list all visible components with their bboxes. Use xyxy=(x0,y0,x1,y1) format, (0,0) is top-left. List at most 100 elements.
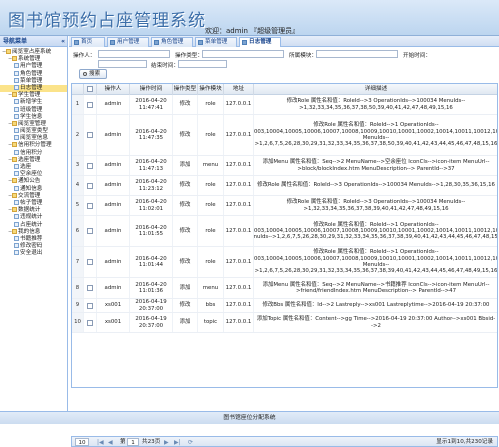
sidebar-item-label: 菜单管理 xyxy=(20,77,43,84)
page-icon xyxy=(14,113,19,119)
cell-type: 修改 xyxy=(173,299,198,312)
sidebar-item[interactable]: 用户管理 xyxy=(0,63,67,70)
table-row[interactable]: 3 admin 2016-04-20 11:47:13 添加 menu 127.0.0.1… xyxy=(72,156,497,176)
row-checkbox[interactable] xyxy=(84,196,97,215)
sidebar-header: 导航菜单 « xyxy=(0,36,67,47)
cell-type: 修改 xyxy=(173,115,198,155)
cell-detail: 修改Role 属性名和值：RoleId-->1 OperationIds-->1… xyxy=(254,115,497,155)
page-size-select[interactable]: 10 xyxy=(75,438,89,446)
cell-time: 2016-04-20 11:01:44 xyxy=(130,247,173,277)
sidebar-item[interactable]: 书籍推荐 xyxy=(0,235,67,243)
row-checkbox[interactable] xyxy=(84,156,97,175)
next-page-icon[interactable]: ▶ xyxy=(164,439,169,446)
cell-module: menu xyxy=(198,278,224,298)
table-row[interactable]: 2 admin 2016-04-20 11:47:35 修改 role 127.0.0.1… xyxy=(72,115,497,156)
row-number-header xyxy=(72,84,84,95)
tab-icon xyxy=(242,40,247,45)
row-number: 9 xyxy=(72,299,84,312)
sidebar-item-label: 新增学生 xyxy=(20,99,43,106)
cell-module: bbs xyxy=(198,299,224,312)
sidebar-item[interactable]: 新增学生 xyxy=(0,99,67,106)
sidebar-item[interactable]: − 信用积分管理 xyxy=(0,142,67,149)
last-page-icon[interactable]: ▶| xyxy=(174,439,181,446)
app-title: 图书馆预约占座管理系统 xyxy=(8,11,206,31)
cell-time: 2016-04-19 20:37:00 xyxy=(130,299,173,312)
cell-user: admin xyxy=(97,278,130,298)
sidebar-item[interactable]: − 阅览室管理 xyxy=(0,120,67,128)
table-row[interactable]: 7 admin 2016-04-20 11:01:44 修改 role 127.0.0.1… xyxy=(72,247,497,278)
cell-detail: 添加Topic 属性名和值：Content-->gg Time-->2016-0… xyxy=(254,313,497,332)
row-checkbox[interactable] xyxy=(84,299,97,312)
tab[interactable]: 日志管理 xyxy=(239,37,281,47)
op-type-input[interactable] xyxy=(202,50,284,58)
sidebar-item[interactable]: 学生信息 xyxy=(0,113,67,121)
sidebar-item-label: 学生管理 xyxy=(18,92,41,99)
table-row[interactable]: 4 admin 2016-04-20 11:23:12 修改 role 127.0.0.1… xyxy=(72,176,497,196)
row-checkbox[interactable] xyxy=(84,176,97,195)
cell-detail: 修改Role 属性名和值：RoleId-->1 OperationIds-->1… xyxy=(254,247,497,277)
table-row[interactable]: 5 admin 2016-04-20 11:02:01 修改 role 127.0.0.1… xyxy=(72,196,497,216)
module-input[interactable] xyxy=(316,50,398,58)
table-row[interactable]: 9 xs001 2016-04-19 20:37:00 修改 bbs 127.0.0.1 修… xyxy=(72,299,497,313)
sidebar-item[interactable]: 信用积分 xyxy=(0,149,67,157)
sidebar-item-label: 阅览室信息 xyxy=(20,135,48,142)
row-checkbox[interactable] xyxy=(84,216,97,246)
tab[interactable]: 首页 xyxy=(71,37,105,47)
sidebar-item[interactable]: 班级管理 xyxy=(0,106,67,114)
row-checkbox[interactable] xyxy=(84,115,97,155)
page-icon xyxy=(14,214,19,220)
table-row[interactable]: 8 admin 2016-04-20 11:01:36 添加 menu 127.0.0.1… xyxy=(72,278,497,299)
cell-user: admin xyxy=(97,176,130,195)
select-all-checkbox[interactable] xyxy=(84,84,97,95)
row-checkbox[interactable] xyxy=(84,95,97,114)
row-number: 3 xyxy=(72,156,84,175)
cell-user: admin xyxy=(97,247,130,277)
tab[interactable]: 用户管理 xyxy=(107,37,149,47)
end-time-input[interactable] xyxy=(178,60,227,68)
cell-ip: 127.0.0.1 xyxy=(224,247,254,277)
cell-module: role xyxy=(198,216,224,246)
sidebar-item[interactable]: − 交流管理 xyxy=(0,192,67,200)
sidebar-item-label: 用户管理 xyxy=(20,63,43,70)
sidebar-item-label: 帖子管理 xyxy=(20,199,43,206)
row-checkbox[interactable] xyxy=(84,278,97,298)
prev-page-icon[interactable]: ◀ xyxy=(108,439,113,446)
row-number: 4 xyxy=(72,176,84,195)
sidebar-item[interactable]: 安全退出 xyxy=(0,250,67,257)
cell-module: role xyxy=(198,196,224,215)
cell-detail: 添加Menu 属性名和值：Seq-->2 MenuName-->书籍推荐 Ico… xyxy=(254,278,497,298)
nav-tree: − 阅览室占座系统 − 系统管理 用户管理 角色管理 菜单管理 日志管理 − 学生管理 新增学生 班级… xyxy=(0,47,67,257)
sidebar-item[interactable]: − 我的信息 xyxy=(0,228,67,236)
table-row[interactable]: 6 admin 2016-04-20 11:01:55 修改 role 127.0.0.1… xyxy=(72,216,497,247)
row-checkbox[interactable] xyxy=(84,247,97,277)
collapse-icon[interactable]: « xyxy=(61,36,65,47)
folder-icon xyxy=(12,120,17,126)
sidebar-item[interactable]: 菜单管理 xyxy=(0,77,67,85)
tab[interactable]: 角色管理 xyxy=(151,37,193,47)
tab[interactable]: 菜单管理 xyxy=(195,37,237,47)
search-button[interactable]: 搜索 xyxy=(79,69,107,79)
table-row[interactable]: 10 xs001 2016-04-19 20:37:00 添加 topic 127.0.0… xyxy=(72,313,497,333)
sidebar-item[interactable]: − 选座管理 xyxy=(0,156,67,164)
tab-label: 角色管理 xyxy=(161,39,184,45)
first-page-icon[interactable]: |◀ xyxy=(97,439,104,446)
sidebar-item[interactable]: 通知信息 xyxy=(0,185,67,193)
page-number-input[interactable]: 1 xyxy=(127,438,139,446)
page-icon xyxy=(14,70,19,76)
table-row[interactable]: 1 admin 2016-04-20 11:47:41 修改 role 127.0.0.1… xyxy=(72,95,497,115)
refresh-icon[interactable]: ⟳ xyxy=(188,439,193,446)
tab-icon xyxy=(74,40,79,45)
operator-input[interactable] xyxy=(98,50,170,58)
cell-detail: 添加Menu 属性名和值：Seq-->2 MenuName-->空余座位 Ico… xyxy=(254,156,497,175)
tab-icon xyxy=(154,40,159,45)
sidebar-item-label: 空余座位 xyxy=(20,171,43,178)
sidebar-item-label: 信用积分管理 xyxy=(18,142,52,149)
cell-detail: 修改Role 属性名和值：RoleId-->3 OperationIds-->1… xyxy=(254,196,497,215)
cell-ip: 127.0.0.1 xyxy=(224,299,254,312)
sidebar-item[interactable]: 违规统计 xyxy=(0,214,67,221)
start-time-input[interactable] xyxy=(98,60,147,68)
row-checkbox[interactable] xyxy=(84,313,97,332)
sidebar-item[interactable]: − 通知公告 xyxy=(0,178,67,185)
sidebar-item[interactable]: 占座统计 xyxy=(0,221,67,229)
sidebar-item[interactable]: 角色管理 xyxy=(0,70,67,78)
